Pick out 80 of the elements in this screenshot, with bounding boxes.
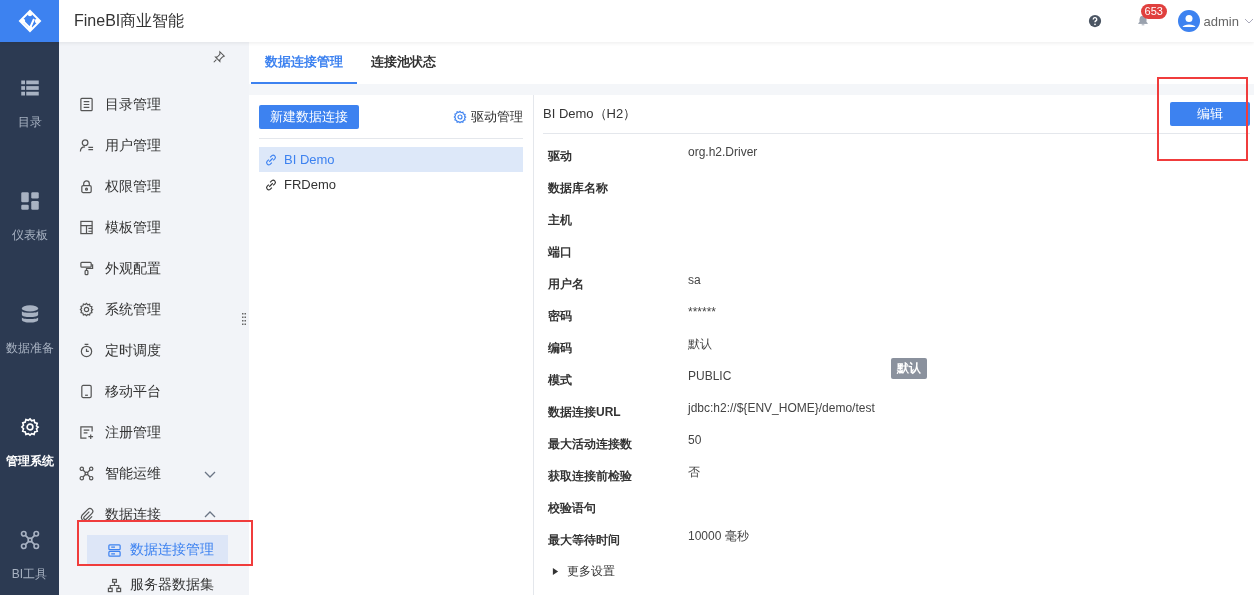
submenu-item[interactable]: 服务器数据集	[87, 570, 228, 595]
user-icon	[79, 138, 94, 153]
new-connection-button[interactable]: 新建数据连接	[259, 104, 359, 129]
field-value: 默认	[688, 335, 712, 353]
field-value: ******	[688, 305, 717, 319]
app-title: FineBI商业智能	[74, 10, 185, 31]
drag-handle-icon[interactable]	[241, 312, 246, 325]
menu-item[interactable]: 外观配置	[59, 248, 238, 289]
logo-tile[interactable]	[0, 0, 59, 42]
menu-item[interactable]: 智能运维	[59, 453, 238, 494]
field-value: 否	[688, 463, 700, 481]
settings-icon	[19, 417, 40, 437]
field-label: 驱动	[548, 147, 573, 165]
field-label: 最大活动连接数	[548, 435, 633, 453]
register-icon	[79, 425, 94, 440]
field-label: 模式	[548, 371, 573, 389]
menu-item[interactable]: 移动平台	[59, 371, 238, 412]
settings-icon	[453, 109, 467, 124]
field-label: 端口	[548, 243, 573, 261]
timer-icon	[79, 343, 94, 358]
menu-item[interactable]: 定时调度	[59, 330, 238, 371]
link-icon	[264, 152, 278, 167]
lock-icon	[79, 179, 94, 194]
rail-item[interactable]: BI工具	[0, 530, 59, 583]
brush-icon	[79, 261, 94, 276]
template-icon	[79, 220, 94, 235]
field-value: 50	[688, 433, 702, 447]
field-label: 用户名	[548, 275, 585, 293]
grid-icon	[19, 191, 40, 211]
database-icon	[19, 304, 40, 324]
menu-item[interactable]: 用户管理	[59, 125, 238, 166]
settings-icon	[79, 302, 94, 317]
field-label: 校验语句	[548, 499, 597, 517]
help-icon[interactable]	[1087, 14, 1102, 28]
field-value: 10000 毫秒	[688, 527, 749, 545]
menu-item[interactable]: 权限管理	[59, 166, 238, 207]
paperclip-icon	[79, 507, 94, 522]
pin-icon[interactable]	[212, 50, 226, 64]
bell-icon[interactable]	[1135, 13, 1150, 27]
field-value: sa	[688, 273, 701, 287]
rail-item[interactable]: 数据准备	[0, 304, 59, 357]
nodes-icon	[79, 466, 94, 481]
avatar-icon[interactable]	[1177, 10, 1200, 32]
tab[interactable]: 连接池状态	[357, 42, 450, 84]
field-label: 数据库名称	[548, 179, 609, 197]
field-value: org.h2.Driver	[688, 145, 758, 159]
more-settings-toggle[interactable]: 更多设置	[548, 556, 1250, 586]
link-icon	[264, 177, 278, 192]
triangle-right-icon	[552, 566, 559, 576]
connection-item[interactable]: FRDemo	[259, 172, 523, 197]
hierarchy-icon	[107, 577, 122, 593]
nodes-icon	[19, 530, 40, 550]
field-label: 主机	[548, 211, 573, 229]
field-label: 编码	[548, 339, 573, 357]
menu-item[interactable]: 系统管理	[59, 289, 238, 330]
menu-item[interactable]: 目录管理	[59, 84, 238, 125]
connection-title: BI Demo（H2）	[543, 105, 637, 123]
edit-button[interactable]: 编辑	[1170, 102, 1250, 126]
document-icon	[79, 97, 94, 112]
field-label: 获取连接前检验	[548, 467, 633, 485]
rail-item[interactable]: 管理系统	[0, 417, 59, 470]
rail-item[interactable]: 目录	[0, 78, 59, 131]
menu-item[interactable]: 注册管理	[59, 412, 238, 453]
rail-item[interactable]: 仪表板	[0, 191, 59, 244]
user-name[interactable]: admin	[1203, 13, 1239, 29]
menu-item[interactable]: 模板管理	[59, 207, 238, 248]
tab[interactable]: 数据连接管理	[251, 42, 357, 84]
field-label: 密码	[548, 307, 573, 325]
notification-count: 653	[1140, 4, 1167, 19]
field-value: jdbc:h2://${ENV_HOME}/demo/test	[688, 401, 875, 415]
phone-icon	[79, 384, 94, 399]
field-label: 最大等待时间	[548, 531, 621, 549]
chevron-down-icon[interactable]	[1244, 16, 1254, 26]
network-logo-icon	[17, 9, 42, 33]
field-label: 数据连接URL	[548, 403, 622, 421]
driver-management-button[interactable]: 驱动管理	[453, 107, 523, 126]
server-icon	[107, 542, 122, 558]
field-value: PUBLIC	[688, 369, 732, 383]
tooltip: 默认	[891, 358, 927, 379]
list-icon	[19, 78, 40, 98]
